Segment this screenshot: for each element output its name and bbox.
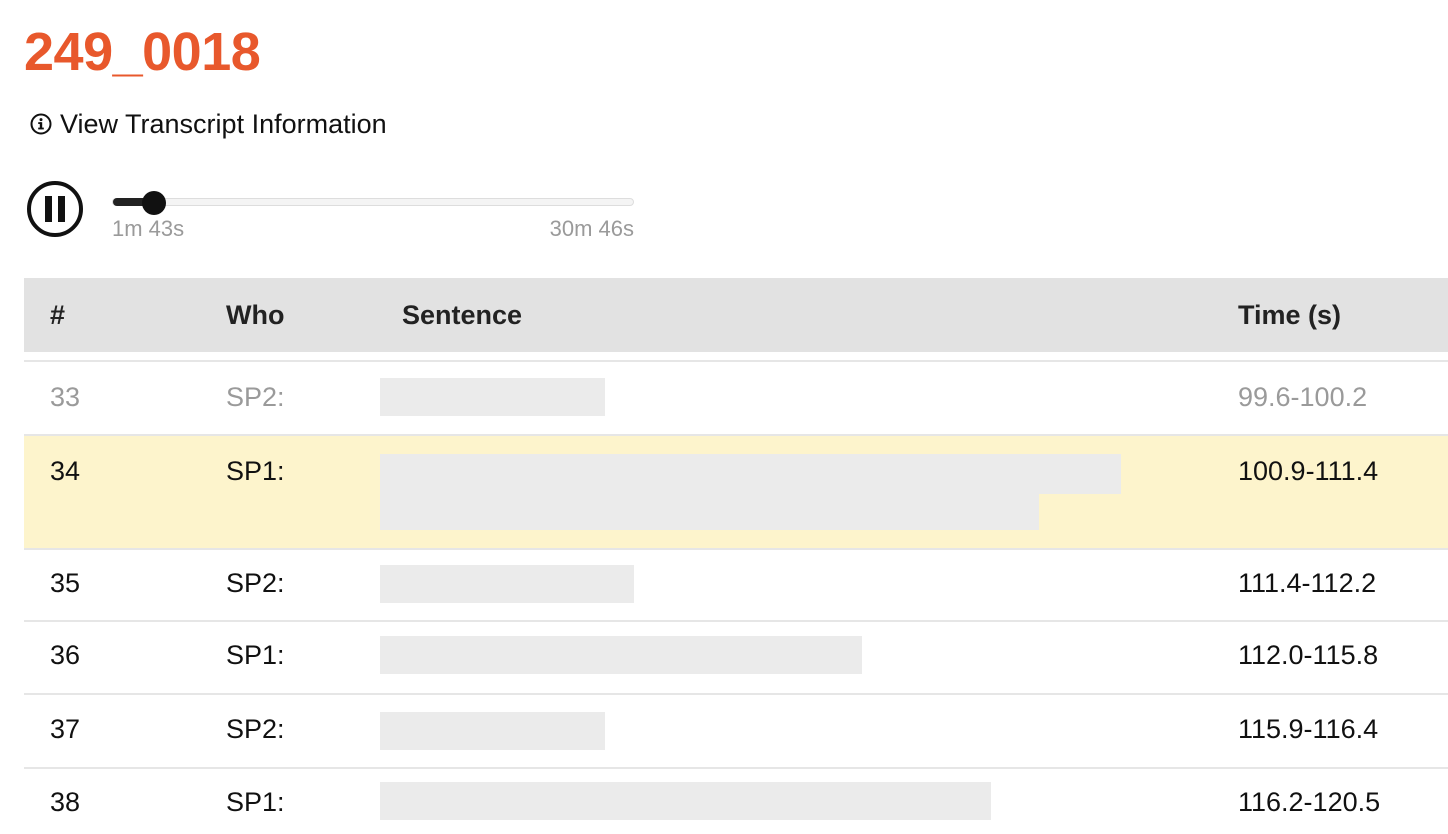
redacted-sentence <box>380 378 605 416</box>
row-time: 111.4-112.2 <box>1238 568 1377 598</box>
seek-handle[interactable] <box>142 191 166 215</box>
row-sentence <box>380 436 1238 548</box>
header-sentence: Sentence <box>402 299 523 330</box>
table-header: # Who Sentence Time (s) <box>24 278 1448 360</box>
header-num: # <box>50 299 66 330</box>
row-num: 36 <box>50 640 81 670</box>
row-sentence <box>380 695 1238 767</box>
page-title: 249_0018 <box>24 22 261 82</box>
row-time: 100.9-111.4 <box>1238 456 1379 486</box>
pause-circle-icon <box>27 181 83 237</box>
table-row[interactable]: 33 SP2: 99.6-100.2 <box>24 360 1448 434</box>
row-speaker: SP2: <box>226 382 285 412</box>
redacted-sentence-line <box>380 494 1039 530</box>
row-time: 112.0-115.8 <box>1238 640 1379 670</box>
row-sentence <box>380 622 1238 693</box>
row-time: 115.9-116.4 <box>1238 714 1379 744</box>
total-time: 30m 46s <box>549 216 634 241</box>
row-speaker: SP1: <box>226 456 285 486</box>
pause-button[interactable] <box>26 180 84 238</box>
audio-player: 1m 43s 30m 46s <box>26 180 646 250</box>
row-speaker: SP1: <box>226 640 285 670</box>
row-time: 99.6-100.2 <box>1238 382 1368 412</box>
row-speaker: SP1: <box>226 787 285 817</box>
row-num: 34 <box>50 456 81 486</box>
transcript-table: # Who Sentence Time (s) 33 SP2: 99.6-100… <box>24 278 1448 834</box>
row-sentence <box>380 550 1238 620</box>
row-num: 37 <box>50 714 81 744</box>
table-row[interactable]: 36 SP1: 112.0-115.8 <box>24 620 1448 693</box>
view-transcript-info-link[interactable]: View Transcript Information <box>30 106 387 142</box>
current-time: 1m 43s <box>112 216 185 241</box>
row-speaker: SP2: <box>226 568 285 598</box>
view-transcript-info-label: View Transcript Information <box>60 109 387 139</box>
header-who: Who <box>226 299 285 330</box>
row-sentence <box>380 769 1238 834</box>
table-row-active[interactable]: 34 SP1: 100.9-111.4 <box>24 434 1448 548</box>
redacted-sentence <box>380 712 605 750</box>
info-circle-icon <box>30 113 52 135</box>
row-num: 35 <box>50 568 81 598</box>
row-speaker: SP2: <box>226 714 285 744</box>
header-time: Time (s) <box>1238 299 1342 330</box>
seek-slider[interactable] <box>112 191 634 215</box>
transcript-page: 249_0018 View Transcript Information 1m … <box>0 0 1448 834</box>
redacted-sentence <box>380 636 862 674</box>
row-num: 38 <box>50 787 81 817</box>
table-row[interactable]: 35 SP2: 111.4-112.2 <box>24 548 1448 620</box>
row-num: 33 <box>50 382 81 412</box>
redacted-sentence <box>380 782 991 820</box>
row-sentence <box>380 362 1238 434</box>
redacted-sentence-line <box>380 454 1121 494</box>
row-time: 116.2-120.5 <box>1238 787 1381 817</box>
table-row[interactable]: 37 SP2: 115.9-116.4 <box>24 693 1448 767</box>
table-row[interactable]: 38 SP1: 116.2-120.5 <box>24 767 1448 834</box>
redacted-sentence <box>380 565 634 603</box>
